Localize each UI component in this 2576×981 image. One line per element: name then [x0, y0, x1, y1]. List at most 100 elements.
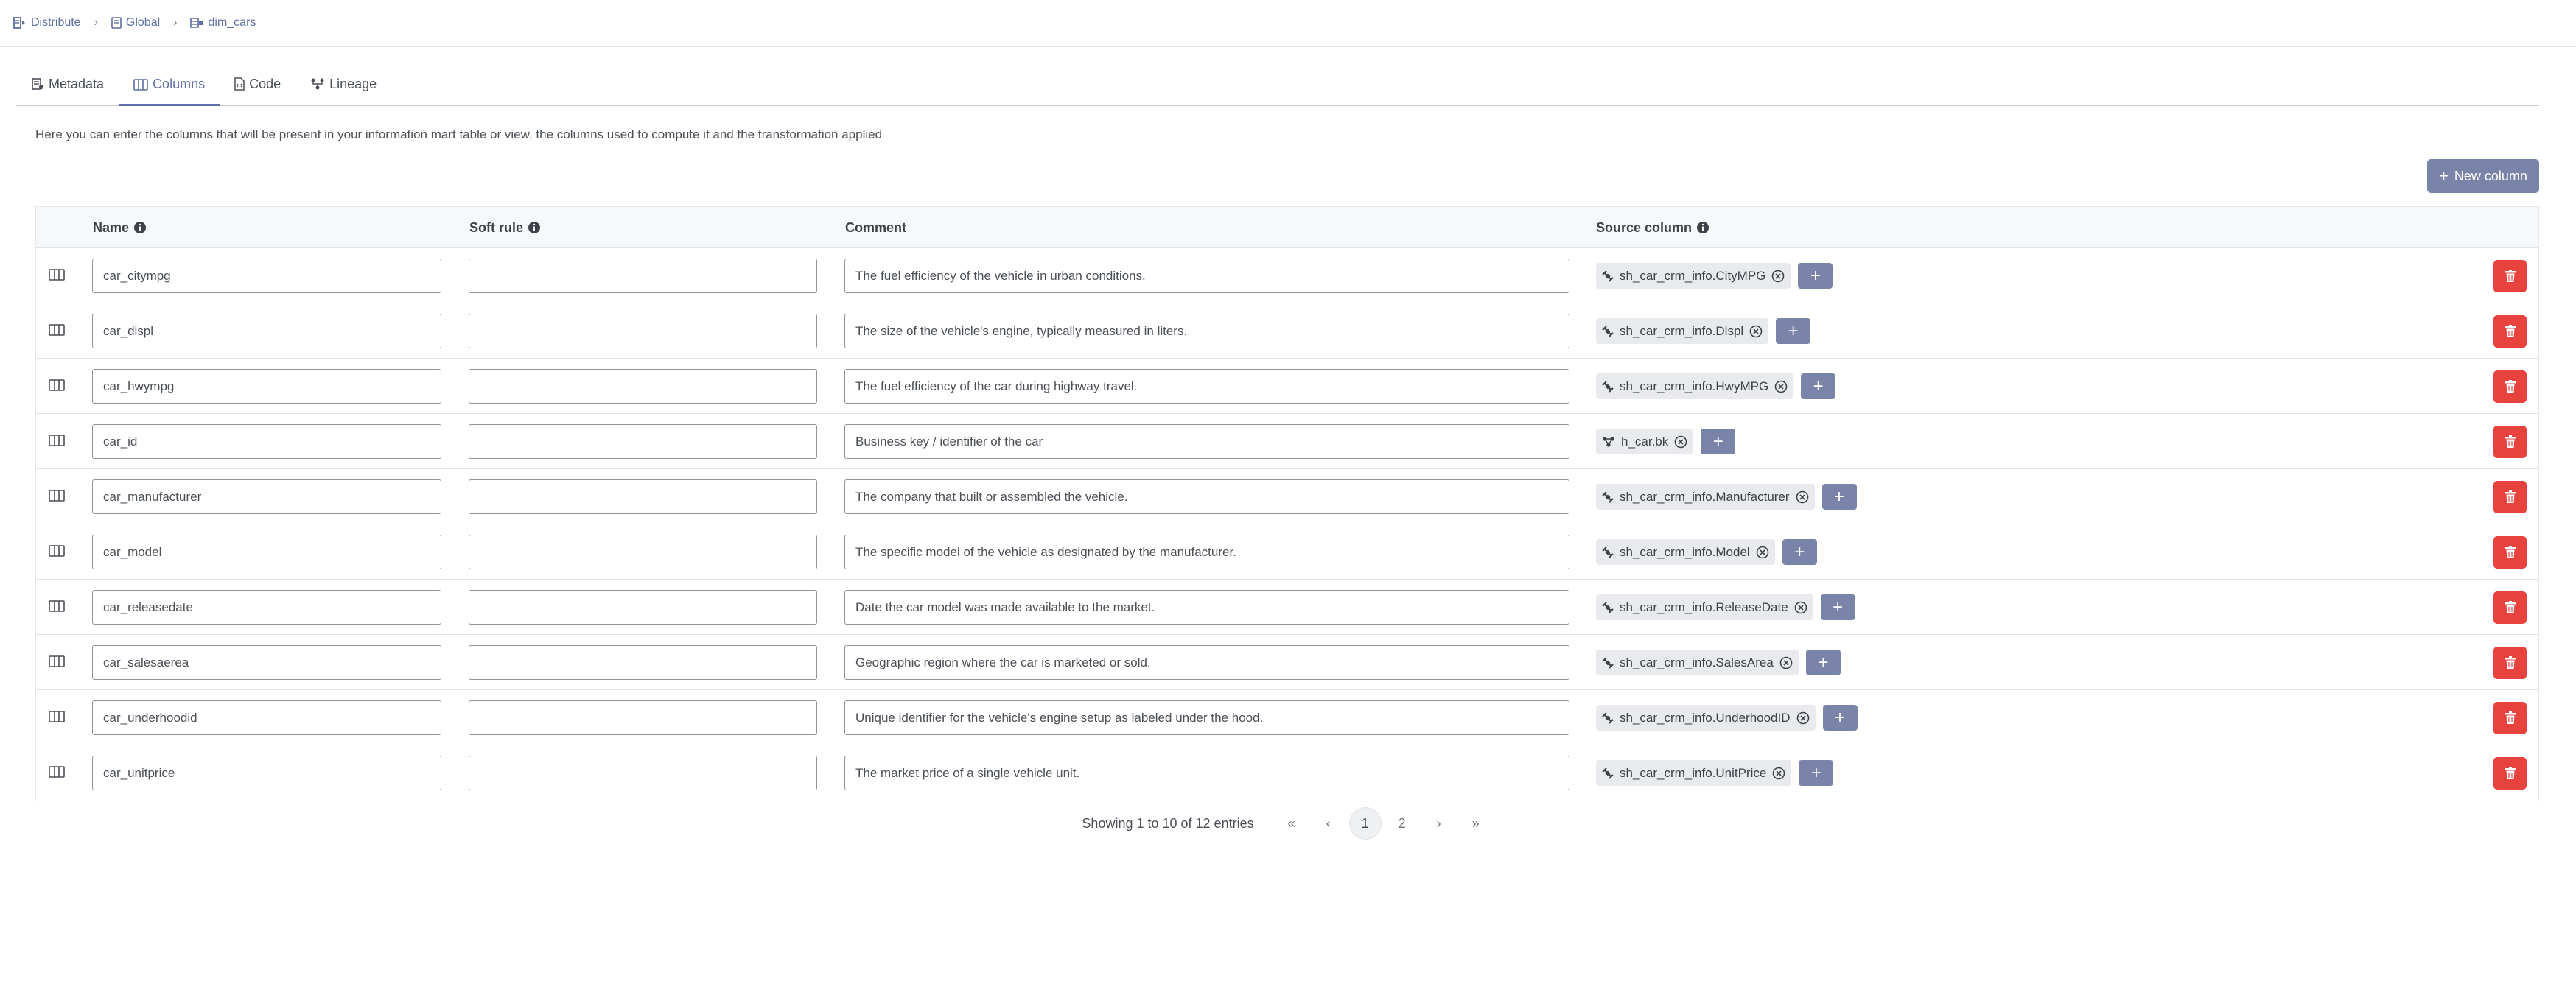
- info-icon[interactable]: [1696, 221, 1709, 234]
- add-source-button[interactable]: +: [1822, 705, 1858, 731]
- column-name-input[interactable]: [92, 479, 441, 514]
- remove-circle-icon[interactable]: [1796, 490, 1809, 504]
- tab-label: Columns: [153, 77, 206, 91]
- add-source-button[interactable]: +: [1821, 484, 1857, 510]
- new-column-button[interactable]: + New column: [2427, 159, 2539, 193]
- column-name-input[interactable]: [92, 590, 441, 625]
- add-source-button[interactable]: +: [1805, 650, 1841, 675]
- column-name-input[interactable]: [92, 314, 441, 348]
- add-source-button[interactable]: +: [1820, 594, 1855, 620]
- comment-input[interactable]: [844, 369, 1569, 404]
- delete-row-button[interactable]: [2493, 591, 2527, 624]
- soft-rule-input[interactable]: [469, 645, 817, 680]
- comment-input[interactable]: [844, 756, 1569, 790]
- column-name-input[interactable]: [92, 424, 441, 459]
- comment-input[interactable]: [844, 424, 1569, 459]
- add-source-button[interactable]: +: [1801, 373, 1836, 399]
- remove-circle-icon[interactable]: [1796, 711, 1810, 725]
- remove-circle-icon[interactable]: [1779, 656, 1793, 669]
- chevron-right-icon: ›: [173, 16, 178, 29]
- source-column-cell: sh_car_crm_info.UnitPrice +: [1596, 760, 1834, 786]
- column-name-input[interactable]: [92, 369, 441, 404]
- breadcrumb-item-distribute[interactable]: Distribute: [13, 16, 81, 29]
- table-row: sh_car_crm_info.Manufacturer +: [36, 469, 2538, 524]
- page-button-2[interactable]: 2: [1386, 807, 1418, 840]
- source-column-cell: sh_car_crm_info.Displ +: [1596, 318, 1811, 344]
- satellite-icon: [1602, 656, 1614, 669]
- source-column-chip: h_car.bk: [1596, 429, 1694, 454]
- source-column-label: sh_car_crm_info.HwyMPG: [1620, 379, 1769, 393]
- column-icon: [49, 766, 65, 778]
- remove-circle-icon[interactable]: [1674, 435, 1687, 449]
- source-column-chip: sh_car_crm_info.Model: [1596, 539, 1775, 565]
- delete-row-button[interactable]: [2493, 481, 2527, 513]
- delete-row-button[interactable]: [2493, 260, 2527, 292]
- remove-circle-icon[interactable]: [1749, 325, 1763, 338]
- add-source-button[interactable]: +: [1799, 760, 1834, 786]
- tab-code[interactable]: Code: [220, 63, 295, 105]
- column-name-input[interactable]: [92, 645, 441, 680]
- prev-page-button[interactable]: ‹: [1312, 807, 1345, 840]
- soft-rule-input[interactable]: [469, 700, 817, 735]
- remove-circle-icon[interactable]: [1794, 601, 1807, 614]
- column-name-input[interactable]: [92, 700, 441, 735]
- soft-rule-input[interactable]: [469, 369, 817, 404]
- add-source-button[interactable]: +: [1798, 263, 1833, 289]
- column-name-input[interactable]: [92, 535, 441, 569]
- source-column-chip: sh_car_crm_info.CityMPG: [1596, 263, 1791, 289]
- table-row: sh_car_crm_info.CityMPG +: [36, 248, 2538, 303]
- soft-rule-input[interactable]: [469, 259, 817, 293]
- header-source-column: Source column: [1596, 207, 1709, 248]
- comment-input[interactable]: [844, 314, 1569, 348]
- soft-rule-input[interactable]: [469, 756, 817, 790]
- soft-rule-input[interactable]: [469, 314, 817, 348]
- comment-input[interactable]: [844, 535, 1569, 569]
- column-name-input[interactable]: [92, 259, 441, 293]
- column-name-input[interactable]: [92, 756, 441, 790]
- page-button-1[interactable]: 1: [1348, 807, 1382, 840]
- remove-circle-icon[interactable]: [1774, 380, 1788, 393]
- remove-circle-icon[interactable]: [1772, 767, 1785, 780]
- info-icon[interactable]: [528, 221, 541, 234]
- info-icon[interactable]: [133, 221, 147, 234]
- add-source-button[interactable]: +: [1701, 429, 1736, 454]
- plus-icon: +: [1818, 653, 1829, 672]
- tab-lineage[interactable]: Lineage: [295, 63, 391, 105]
- source-column-chip: sh_car_crm_info.UnitPrice: [1596, 760, 1792, 786]
- last-page-button[interactable]: »: [1460, 807, 1492, 840]
- soft-rule-input[interactable]: [469, 535, 817, 569]
- first-page-button[interactable]: «: [1275, 807, 1308, 840]
- delete-row-button[interactable]: [2493, 757, 2527, 790]
- remove-circle-icon[interactable]: [1771, 270, 1785, 283]
- soft-rule-input[interactable]: [469, 479, 817, 514]
- remove-circle-icon[interactable]: [1756, 546, 1769, 559]
- delete-row-button[interactable]: [2493, 315, 2527, 348]
- breadcrumb-item-dim-cars[interactable]: dim_cars: [190, 16, 256, 29]
- trash-icon: [2505, 325, 2516, 337]
- next-page-button[interactable]: ›: [1423, 807, 1455, 840]
- column-icon-cell: [49, 490, 65, 505]
- add-source-button[interactable]: +: [1776, 318, 1811, 344]
- delete-row-button[interactable]: [2493, 702, 2527, 734]
- delete-row-button[interactable]: [2493, 647, 2527, 679]
- comment-input[interactable]: [844, 700, 1569, 735]
- soft-rule-input[interactable]: [469, 590, 817, 625]
- plus-icon: +: [1712, 432, 1723, 451]
- breadcrumb-label: Distribute: [31, 16, 81, 29]
- comment-input[interactable]: [844, 479, 1569, 514]
- breadcrumb-label: Global: [125, 16, 161, 29]
- tab-columns[interactable]: Columns: [119, 65, 220, 106]
- comment-input[interactable]: [844, 590, 1569, 625]
- delete-row-button[interactable]: [2493, 426, 2527, 458]
- comment-input[interactable]: [844, 645, 1569, 680]
- tab-metadata[interactable]: Metadata: [16, 63, 119, 105]
- source-column-cell: sh_car_crm_info.SalesArea +: [1596, 650, 1841, 675]
- comment-input[interactable]: [844, 259, 1569, 293]
- delete-row-button[interactable]: [2493, 370, 2527, 403]
- add-source-button[interactable]: +: [1782, 539, 1817, 565]
- column-icon-cell: [49, 655, 65, 671]
- delete-row-button[interactable]: [2493, 536, 2527, 569]
- soft-rule-input[interactable]: [469, 424, 817, 459]
- trash-icon: [2505, 380, 2516, 393]
- breadcrumb-item-global[interactable]: Global: [111, 16, 160, 29]
